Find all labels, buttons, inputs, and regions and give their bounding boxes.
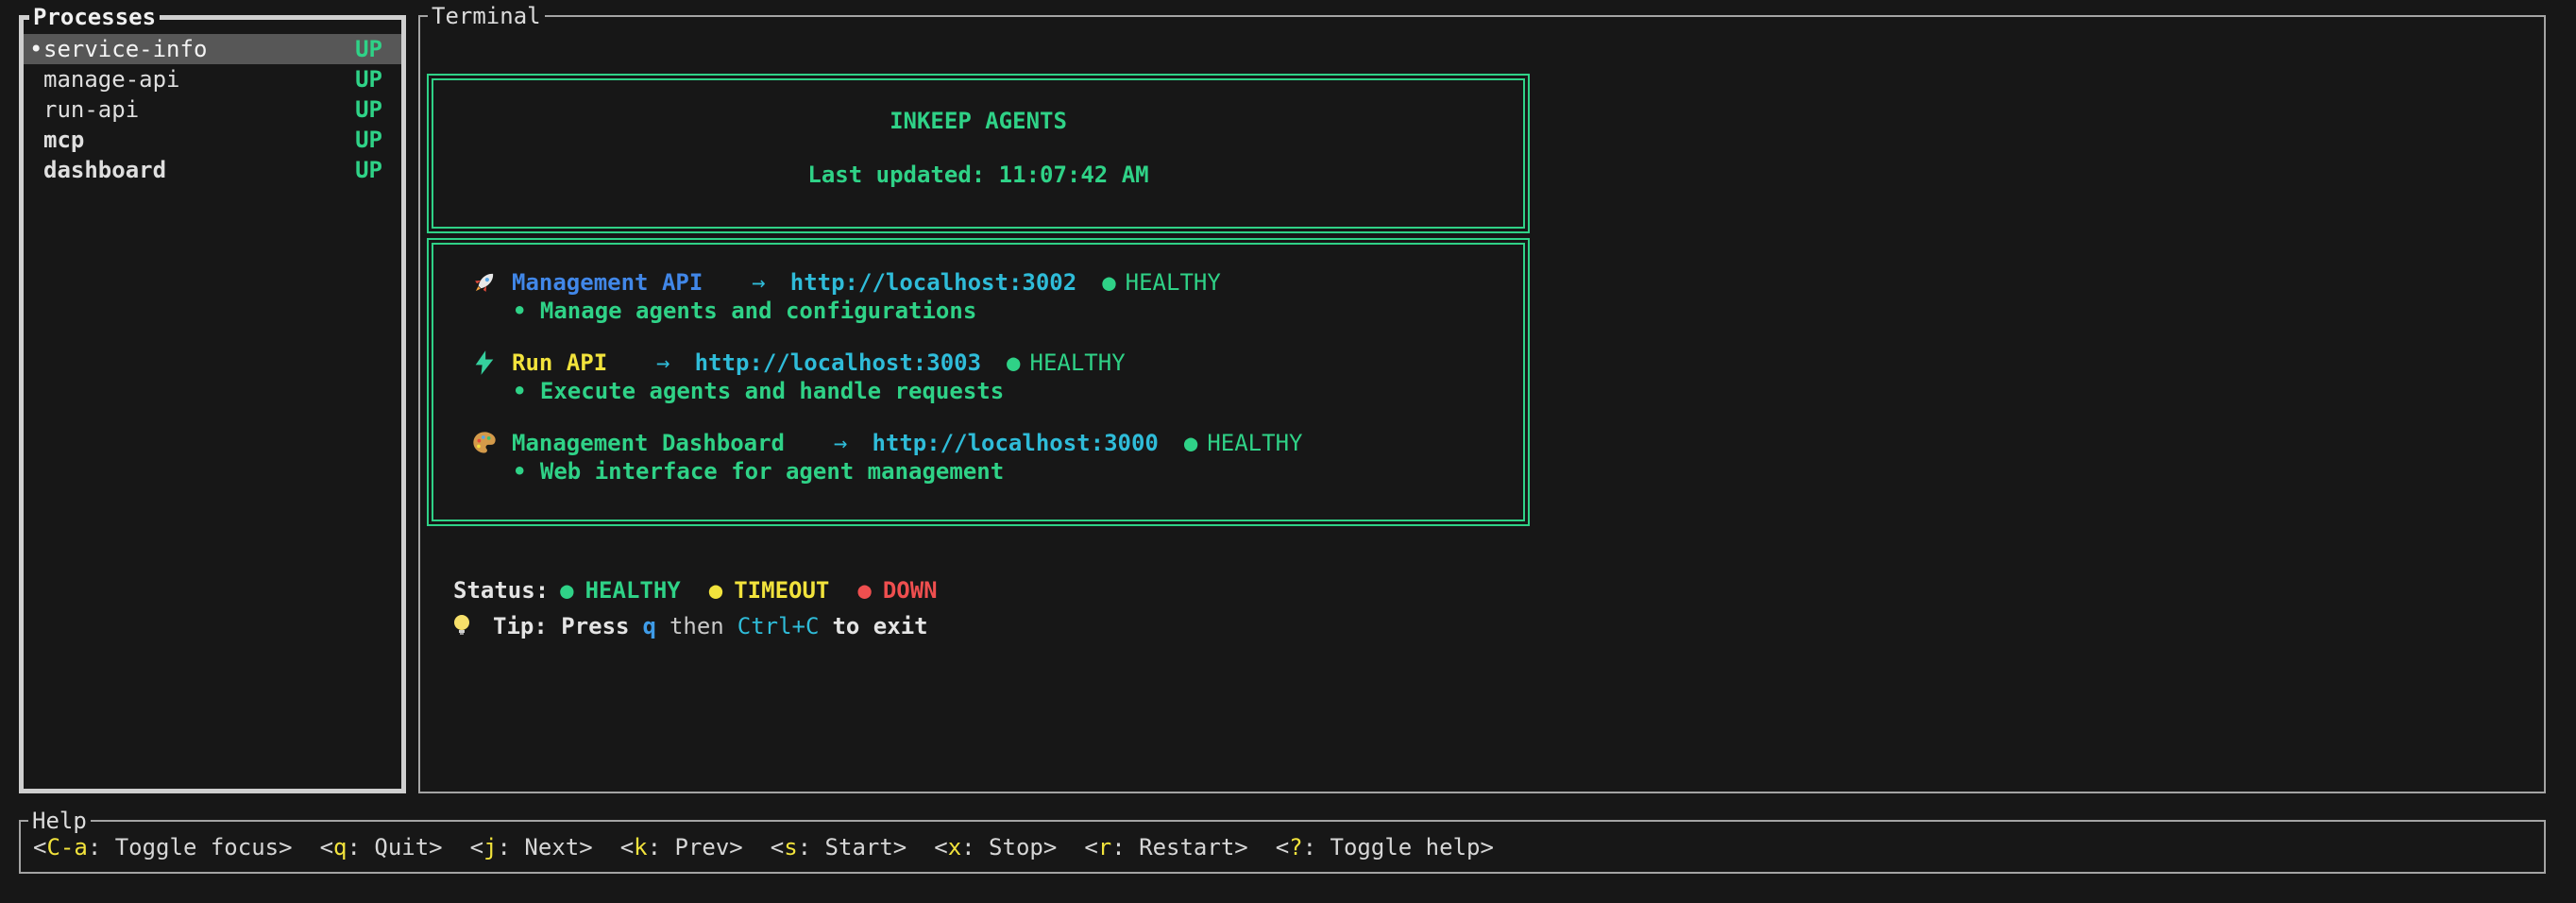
service-url[interactable]: http://localhost:3002 — [790, 268, 1076, 297]
status-label: Status: — [453, 575, 549, 605]
service-url[interactable]: http://localhost:3003 — [695, 349, 981, 377]
help-item-toggle-focus: <C-a: Toggle focus> — [33, 834, 293, 860]
process-name: mcp — [43, 125, 355, 155]
service-description: • Manage agents and configurations — [433, 297, 1523, 325]
status-legend: Status: ● HEALTHY ● TIMEOUT ● DOWN — [453, 575, 938, 605]
service-management-dashboard: Management Dashboard → http://localhost:… — [433, 429, 1523, 486]
process-name: run-api — [43, 94, 355, 125]
arrow-right-icon: → — [656, 349, 669, 377]
row-marker — [29, 155, 43, 185]
service-description: • Web interface for agent management — [433, 457, 1523, 486]
tui-screen: Processes • service-info UP manage-api U… — [0, 0, 2576, 903]
service-status: HEALTHY — [1030, 349, 1126, 377]
tip-key-q: q — [643, 611, 656, 641]
service-status: HEALTHY — [1207, 429, 1302, 457]
help-item-prev: <k: Prev> — [620, 834, 743, 860]
process-status-badge: UP — [355, 34, 382, 64]
process-row-mcp[interactable]: mcp UP — [24, 125, 401, 155]
process-status-badge: UP — [355, 125, 382, 155]
lightbulb-icon — [450, 612, 493, 640]
tip-line: Tip: Press q then Ctrl+C to exit — [450, 611, 941, 641]
process-name: dashboard — [43, 155, 355, 185]
processes-panel-title: Processes — [29, 2, 160, 32]
process-list: • service-info UP manage-api UP run-api … — [24, 20, 401, 185]
terminal-output: INKEEP AGENTS Last updated: 11:07:42 AM … — [420, 17, 2544, 792]
help-item-stop: <x: Stop> — [934, 834, 1057, 860]
last-updated-text: Last updated: 11:07:42 AM — [433, 160, 1523, 190]
zap-icon — [471, 349, 512, 376]
row-marker — [29, 64, 43, 94]
process-name: service-info — [43, 34, 355, 64]
health-dot-icon: ● — [1184, 429, 1197, 457]
tip-key-ctrl-c: Ctrl+C — [737, 611, 820, 641]
row-marker — [29, 94, 43, 125]
service-description: • Execute agents and handle requests — [433, 377, 1523, 405]
help-item-restart: <r: Restart> — [1084, 834, 1247, 860]
service-run-api: Run API → http://localhost:3003 ● HEALTH… — [433, 349, 1523, 405]
help-keybindings: <C-a: Toggle focus> <q: Quit> <j: Next> … — [21, 822, 2544, 872]
row-marker — [29, 125, 43, 155]
help-item-toggle-help: <?: Toggle help> — [1276, 834, 1494, 860]
legend-healthy: HEALTHY — [585, 575, 681, 605]
processes-panel: Processes • service-info UP manage-api U… — [19, 15, 406, 793]
inkeep-header-box: INKEEP AGENTS Last updated: 11:07:42 AM — [427, 74, 1530, 233]
help-panel-title: Help — [28, 806, 91, 836]
tip-text: Tip: Press — [493, 611, 630, 641]
service-management-api: Management API → http://localhost:3002 ●… — [433, 268, 1523, 325]
process-status-badge: UP — [355, 155, 382, 185]
process-row-dashboard[interactable]: dashboard UP — [24, 155, 401, 185]
process-row-manage-api[interactable]: manage-api UP — [24, 64, 401, 94]
legend-timeout: TIMEOUT — [734, 575, 829, 605]
process-status-badge: UP — [355, 94, 382, 125]
health-dot-icon: ● — [1102, 268, 1115, 297]
legend-down: DOWN — [883, 575, 938, 605]
help-item-quit: <q: Quit> — [320, 834, 443, 860]
help-panel: Help <C-a: Toggle focus> <q: Quit> <j: N… — [19, 820, 2546, 874]
service-name: Run API — [512, 349, 607, 377]
rocket-icon — [471, 269, 512, 296]
help-item-start: <s: Start> — [771, 834, 907, 860]
services-box: Management API → http://localhost:3002 ●… — [427, 238, 1530, 526]
healthy-dot-icon: ● — [560, 575, 573, 605]
service-status: HEALTHY — [1126, 268, 1221, 297]
process-status-badge: UP — [355, 64, 382, 94]
down-dot-icon: ● — [857, 575, 871, 605]
terminal-panel[interactable]: Terminal INKEEP AGENTS Last updated: 11:… — [418, 15, 2546, 793]
arrow-right-icon: → — [752, 268, 765, 297]
timeout-dot-icon: ● — [709, 575, 722, 605]
palette-icon — [471, 430, 512, 456]
app-title: INKEEP AGENTS — [433, 106, 1523, 136]
service-name: Management Dashboard — [512, 429, 785, 457]
tip-text: then — [669, 611, 724, 641]
process-name: manage-api — [43, 64, 355, 94]
service-url[interactable]: http://localhost:3000 — [872, 429, 1158, 457]
health-dot-icon: ● — [1007, 349, 1020, 377]
tip-text: to exit — [832, 611, 927, 641]
arrow-right-icon: → — [834, 429, 847, 457]
process-row-run-api[interactable]: run-api UP — [24, 94, 401, 125]
help-item-next: <j: Next> — [470, 834, 593, 860]
service-name: Management API — [512, 268, 703, 297]
process-row-service-info[interactable]: • service-info UP — [24, 34, 401, 64]
selected-bullet-icon: • — [29, 34, 43, 64]
